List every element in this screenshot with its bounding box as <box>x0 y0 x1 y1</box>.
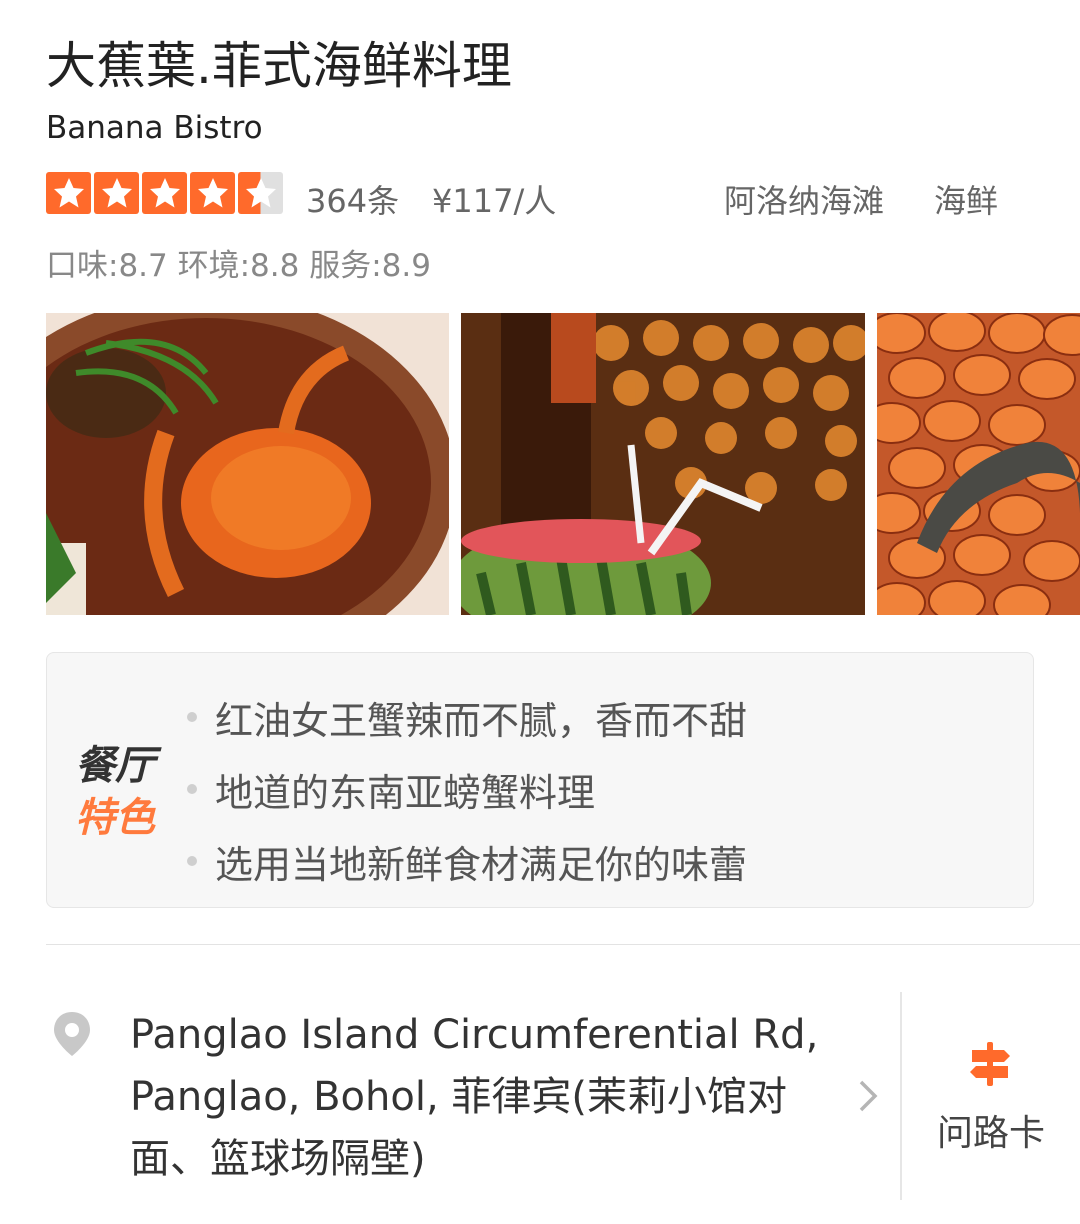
category-tag[interactable]: 海鲜 <box>934 176 998 222</box>
bullet-icon <box>187 712 197 722</box>
bullet-icon <box>187 784 197 794</box>
feature-text: 选用当地新鲜食材满足你的味蕾 <box>215 842 748 887</box>
photo-crab-shell-wall[interactable] <box>877 313 1080 615</box>
route-card-label: 问路卡 <box>936 1113 1045 1154</box>
photo-watermelon-drink[interactable] <box>461 313 865 615</box>
star-icon <box>94 172 139 214</box>
feature-item: 地道的东南亚螃蟹料理 <box>187 753 747 825</box>
features-label-top: 餐厅 <box>75 743 155 789</box>
feature-text: 地道的东南亚螃蟹料理 <box>215 770 596 815</box>
section-divider <box>46 944 1080 945</box>
photo-strip[interactable] <box>46 313 1080 615</box>
star-icon <box>46 172 91 214</box>
average-price: ¥117/人 <box>432 182 557 220</box>
chevron-right-icon[interactable] <box>856 1078 880 1118</box>
features-list: 红油女王蟹辣而不腻，香而不甜 地道的东南亚螃蟹料理 选用当地新鲜食材满足你的味蕾 <box>187 681 747 897</box>
sub-scores: 口味:8.7 环境:8.8 服务:8.9 <box>46 248 431 284</box>
feature-text: 红油女王蟹辣而不腻，香而不甜 <box>215 698 748 743</box>
restaurant-english-name: Banana Bistro <box>46 110 263 146</box>
bullet-icon <box>187 856 197 866</box>
signpost-icon <box>966 1040 1014 1092</box>
route-card-button[interactable]: 问路卡 <box>902 992 1080 1200</box>
star-icon <box>190 172 235 214</box>
feature-item: 红油女王蟹辣而不腻，香而不甜 <box>187 681 747 753</box>
restaurant-name: 大蕉葉.菲式海鲜料理 <box>46 37 512 95</box>
star-icon <box>142 172 187 214</box>
address-text[interactable]: Panglao Island Circumferential Rd, Pangl… <box>130 1004 830 1190</box>
feature-item: 选用当地新鲜食材满足你的味蕾 <box>187 825 747 897</box>
restaurant-features-card: 餐厅 特色 红油女王蟹辣而不腻，香而不甜 地道的东南亚螃蟹料理 选用当地新鲜食材… <box>46 652 1034 908</box>
star-icon <box>238 172 283 214</box>
features-label-bottom: 特色 <box>75 795 155 841</box>
photo-crab-dish[interactable] <box>46 313 449 615</box>
star-rating <box>46 172 283 214</box>
area-tag[interactable]: 阿洛纳海滩 <box>724 176 884 222</box>
location-pin-icon <box>50 1010 94 1062</box>
rating-row: 364条 ¥117/人 阿洛纳海滩 海鲜 <box>46 172 1036 220</box>
review-count[interactable]: 364条 <box>306 176 399 222</box>
